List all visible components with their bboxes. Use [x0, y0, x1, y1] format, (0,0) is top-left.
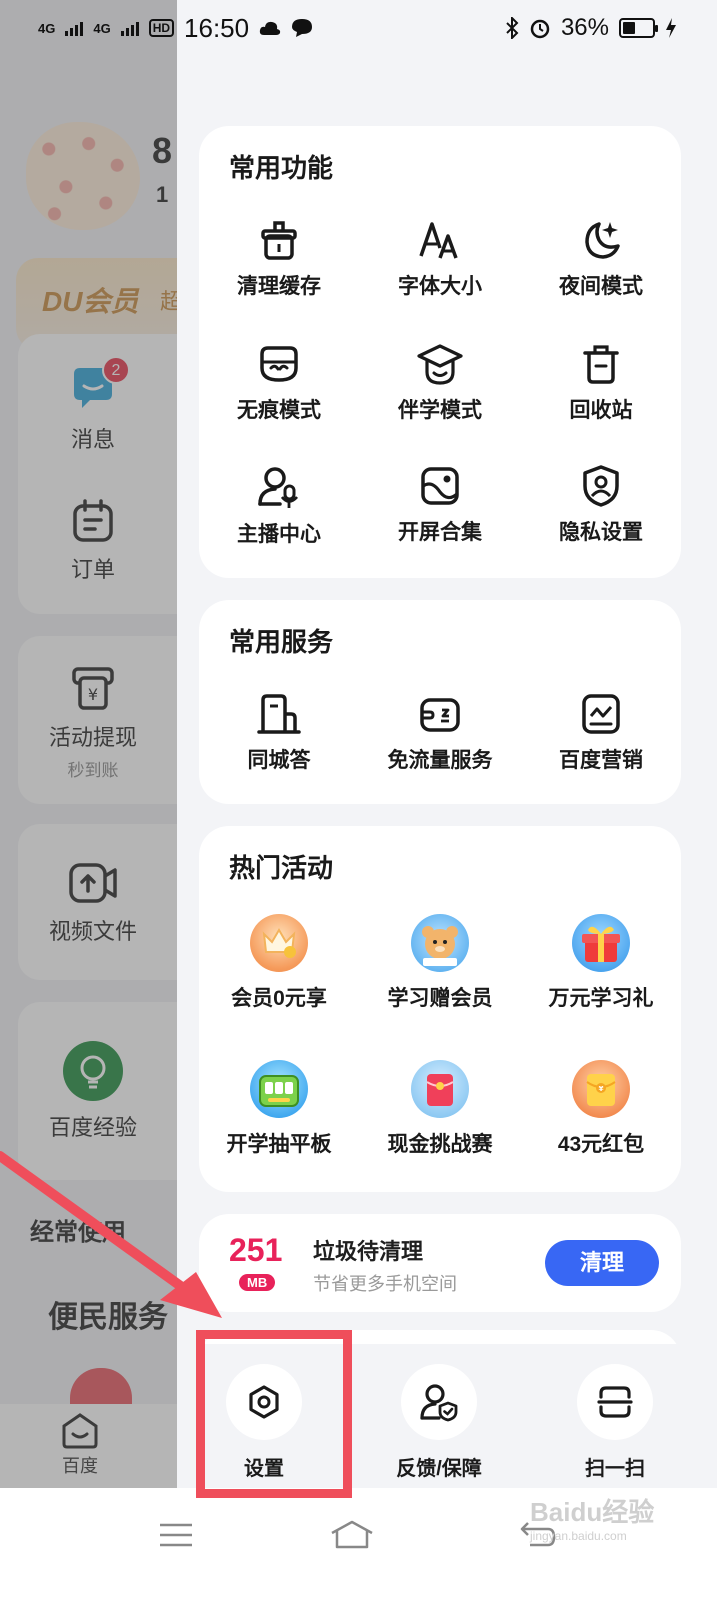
cloud-icon: [259, 21, 281, 35]
nav-home-button[interactable]: [322, 1510, 382, 1560]
cleanup-title: 垃圾待清理: [313, 1239, 424, 1264]
item-label: 开屏合集: [398, 521, 482, 544]
font-size-icon: [419, 222, 458, 259]
annotation-arrow: [0, 1151, 222, 1318]
item-label: 伴学模式: [398, 399, 482, 422]
item-label: 清理缓存: [237, 275, 321, 298]
battery-percent: 36%: [560, 14, 609, 41]
home-outline-icon: [331, 1520, 373, 1549]
item-label: 万元学习礼: [548, 987, 654, 1010]
marketing-button[interactable]: 百度营销: [521, 692, 681, 774]
cash-challenge-icon: [411, 1060, 469, 1118]
night-mode-button[interactable]: 夜间模式: [521, 218, 681, 300]
signal-bars-icon: [65, 20, 84, 36]
feedback-button[interactable]: 反馈/保障: [364, 1364, 514, 1481]
clean-cache-icon: [261, 221, 297, 260]
common-functions-title: 常用功能: [229, 153, 334, 183]
incognito-icon: [260, 346, 298, 382]
activity-cash-challenge[interactable]: 现金挑战赛: [360, 1060, 520, 1158]
annotation-highlight-box: [196, 1330, 352, 1498]
item-label: 百度营销: [559, 749, 643, 772]
alarm-icon: [530, 19, 550, 39]
trash-button[interactable]: 回收站: [521, 342, 681, 424]
common-services-title: 常用服务: [229, 627, 334, 657]
red-packet-icon: ¥: [572, 1060, 630, 1118]
privacy-settings-button[interactable]: 隐私设置: [521, 464, 681, 546]
free-data-icon: [420, 698, 460, 732]
watermark: Baidu经验 jingyan.baidu.com: [530, 1492, 654, 1543]
study-mode-icon: [417, 344, 463, 385]
study-gift-icon: [411, 914, 469, 972]
clock: 16:50: [184, 12, 250, 43]
item-label: 同城答: [247, 749, 311, 772]
item-label: 隐私设置: [559, 521, 643, 544]
anchor-center-icon: [258, 467, 299, 508]
item-label: 夜间模式: [559, 275, 643, 298]
cleanup-card: 251 MB 垃圾待清理 节省更多手机空间 清理: [199, 1214, 681, 1312]
anchor-center-button[interactable]: 主播中心: [199, 464, 359, 548]
cleanup-button[interactable]: 清理: [545, 1240, 659, 1286]
item-label: 无痕模式: [237, 399, 321, 422]
hd-badge: HD: [148, 19, 175, 37]
chat-icon: [292, 19, 313, 37]
watermark-sub: jingyan.baidu.com: [530, 1529, 627, 1543]
dim-overlay[interactable]: [0, 0, 177, 1600]
activity-tablet-lottery[interactable]: 开学抽平板: [199, 1060, 359, 1158]
activity-study-gift-large[interactable]: 万元学习礼: [521, 914, 681, 1012]
tablet-lottery-icon: [250, 1060, 308, 1118]
activity-study-gift[interactable]: 学习赠会员: [360, 914, 520, 1012]
scan-icon: [597, 1386, 633, 1418]
item-label: 学习赠会员: [387, 987, 493, 1010]
marketing-icon: [582, 694, 620, 734]
status-bar: 4G 4G HD 16:50 36%: [0, 0, 717, 56]
study-mode-button[interactable]: 伴学模式: [360, 342, 520, 424]
item-label: 回收站: [569, 399, 633, 422]
feedback-icon: [420, 1384, 458, 1422]
nav-menu-button[interactable]: [146, 1510, 206, 1560]
font-size-button[interactable]: 字体大小: [360, 218, 520, 300]
scan-button[interactable]: 扫一扫: [540, 1364, 690, 1481]
item-label: 现金挑战赛: [387, 1133, 493, 1156]
common-functions-card: 常用功能 清理缓存 字体大小 夜间模式 无痕模式 伴学模式 回收站 主播中心 开…: [199, 126, 681, 578]
signal-bars-icon: [120, 20, 139, 36]
local-answer-icon: [257, 694, 301, 734]
charging-icon: [666, 18, 676, 38]
item-label: 主播中心: [237, 523, 321, 546]
incognito-button[interactable]: 无痕模式: [199, 342, 359, 424]
gift-box-icon: [572, 914, 630, 972]
item-label: 43元红包: [557, 1133, 645, 1156]
night-mode-icon: [585, 222, 620, 259]
feedback-circle: [401, 1364, 477, 1440]
hot-activities-card: 热门活动 会员0元享 学习赠会员 万元学习礼 开学抽平板 现金挑战赛 ¥ 43元…: [199, 826, 681, 1192]
splash-collection-button[interactable]: 开屏合集: [360, 464, 520, 546]
splash-collection-icon: [421, 467, 459, 505]
trash-icon: [583, 345, 619, 384]
hot-activities-title: 热门活动: [229, 853, 334, 883]
scan-label: 扫一扫: [585, 1458, 645, 1480]
clean-cache-button[interactable]: 清理缓存: [199, 218, 359, 300]
item-label: 免流量服务: [387, 749, 493, 772]
item-label: 会员0元享: [231, 987, 327, 1010]
battery-icon: [619, 18, 658, 38]
watermark-text: Baidu经验: [530, 1497, 655, 1527]
privacy-icon: [583, 465, 619, 507]
scan-circle: [577, 1364, 653, 1440]
common-services-card: 常用服务 同城答 免流量服务 百度营销: [199, 600, 681, 804]
svg-text:¥: ¥: [599, 1085, 604, 1093]
feedback-label: 反馈/保障: [396, 1458, 482, 1480]
free-data-button[interactable]: 免流量服务: [360, 692, 520, 774]
menu-icon: [160, 1523, 192, 1547]
local-answer-button[interactable]: 同城答: [199, 692, 359, 774]
cleanup-subtitle: 节省更多手机空间: [313, 1274, 457, 1294]
activity-vip-free[interactable]: 会员0元享: [199, 914, 359, 1012]
signal-1: 4G: [38, 20, 56, 36]
vip-free-icon: [250, 914, 308, 972]
bluetooth-icon: [506, 17, 519, 39]
signal-2: 4G: [93, 20, 111, 36]
activity-red-packet[interactable]: ¥ 43元红包: [521, 1060, 681, 1158]
item-label: 字体大小: [398, 275, 482, 298]
